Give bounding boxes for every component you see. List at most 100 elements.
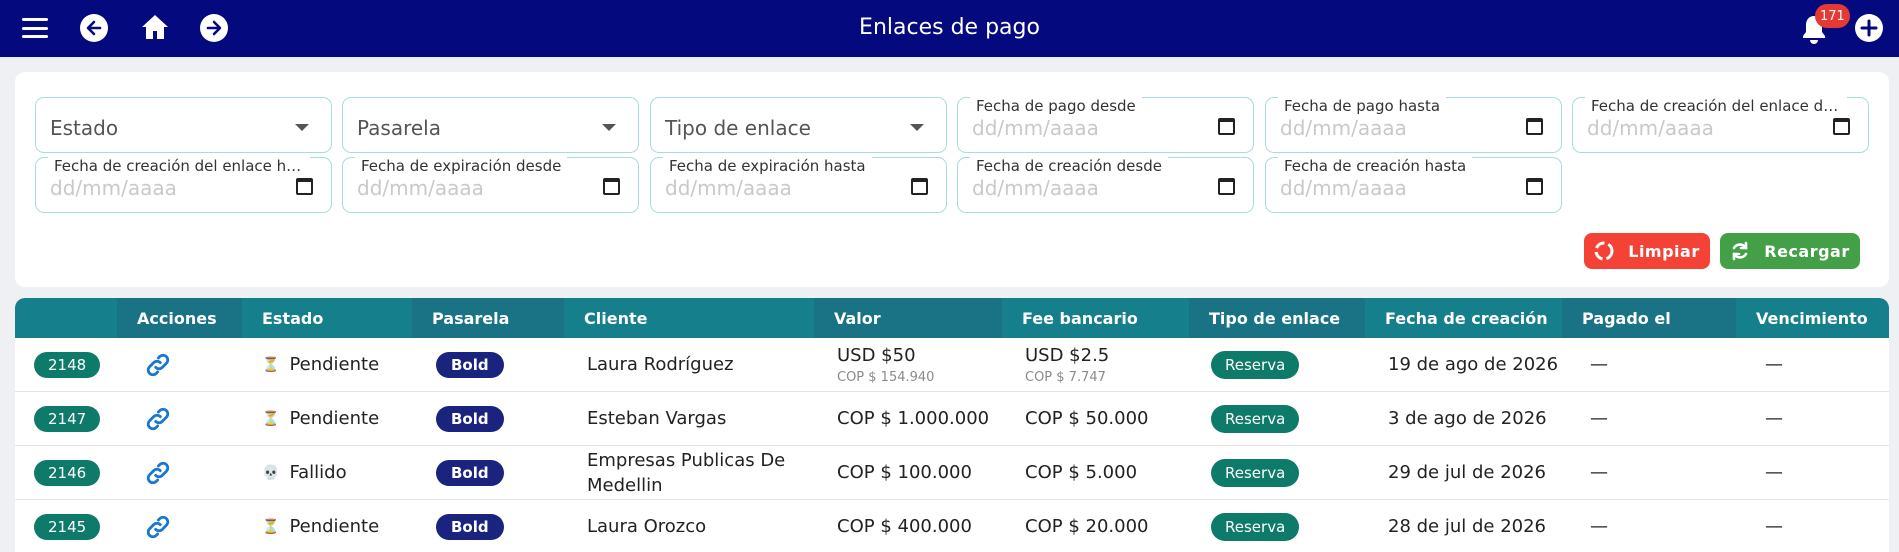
calendar-icon[interactable]: [911, 178, 928, 195]
link-type-cell: Reserva: [1211, 392, 1300, 445]
column-header-link-type[interactable]: Tipo de enlace: [1189, 298, 1365, 338]
column-header-gateway[interactable]: Pasarela: [412, 298, 564, 338]
status-text: Pendiente: [289, 516, 380, 537]
table-header: Acciones Estado Pasarela Cliente Valor F…: [15, 298, 1889, 338]
link-icon[interactable]: [144, 513, 172, 541]
link-created-to-field[interactable]: Fecha de creación del enlace hasta dd/mm…: [35, 157, 332, 213]
chevron-down-icon: [910, 124, 924, 131]
calendar-icon[interactable]: [1526, 118, 1543, 135]
gateway-select[interactable]: Pasarela: [342, 97, 639, 153]
date-value: dd/mm/aaaa: [50, 176, 177, 200]
back-arrow-icon[interactable]: [80, 14, 108, 42]
status-select-placeholder: Estado: [50, 116, 119, 140]
created-cell: 29 de jul de 2026: [1388, 462, 1547, 483]
payment-date-from-field[interactable]: Fecha de pago desde dd/mm/aaaa: [957, 97, 1254, 153]
id-cell: 2146: [34, 446, 101, 499]
link-icon[interactable]: [144, 351, 172, 379]
fee-converted: COP $ 7.747: [1025, 369, 1106, 385]
plus-icon[interactable]: [1855, 14, 1883, 42]
gateway-badge: Bold: [436, 405, 504, 432]
gateway-badge: Bold: [436, 459, 504, 486]
field-label: Fecha de creación del enlace hasta: [48, 157, 310, 175]
calendar-icon[interactable]: [296, 178, 313, 195]
fee-main: COP $ 5.000: [1025, 462, 1138, 483]
expiration-to-field[interactable]: Fecha de expiración hasta dd/mm/aaaa: [650, 157, 947, 213]
home-icon[interactable]: [140, 13, 170, 41]
fee-cell: USD $2.5 COP $ 7.747: [1025, 338, 1109, 391]
link-type-select-placeholder: Tipo de enlace: [665, 116, 811, 140]
payment-date-to-field[interactable]: Fecha de pago hasta dd/mm/aaaa: [1265, 97, 1562, 153]
gateway-badge: Bold: [436, 351, 504, 378]
client-cell: Empresas Publicas De Medellin: [587, 449, 786, 496]
client-cell: Esteban Vargas: [587, 408, 727, 429]
reload-button-label: Recargar: [1764, 241, 1850, 261]
link-id-badge[interactable]: 2147: [34, 405, 101, 432]
gateway-cell: Bold: [436, 338, 504, 391]
column-header-expires[interactable]: Vencimiento: [1736, 298, 1889, 338]
fee-cell: COP $ 50.000: [1025, 392, 1148, 445]
status-icon: ⏳: [262, 356, 280, 373]
paid-cell: —: [1590, 462, 1608, 483]
calendar-icon[interactable]: [603, 178, 620, 195]
column-header-created[interactable]: Fecha de creación: [1365, 298, 1562, 338]
reload-button[interactable]: Recargar: [1720, 233, 1860, 269]
status-select[interactable]: Estado: [35, 97, 332, 153]
status-icon: 💀: [262, 464, 280, 481]
created-from-field[interactable]: Fecha de creación desde dd/mm/aaaa: [957, 157, 1254, 213]
fee-cell: COP $ 5.000: [1025, 446, 1137, 499]
menu-icon[interactable]: [21, 15, 49, 41]
field-label: Fecha de creación del enlace desde: [1585, 97, 1847, 115]
fee-main: COP $ 50.000: [1025, 408, 1149, 429]
value-main: COP $ 1.000.000: [837, 408, 990, 429]
calendar-icon[interactable]: [1526, 178, 1543, 195]
page-title: Enlaces de pago: [859, 15, 1040, 40]
fee-main: COP $ 20.000: [1025, 516, 1149, 537]
column-header-id[interactable]: [15, 298, 117, 338]
link-id-badge[interactable]: 2148: [34, 351, 101, 378]
actions-cell: [144, 500, 172, 552]
table-row[interactable]: 2145 ⏳ Pendiente Bold Laura Orozco COP $ 400.…: [15, 500, 1889, 552]
field-label: Fecha de creación desde: [970, 157, 1168, 175]
fee-main: USD $2.5: [1025, 344, 1110, 366]
column-header-status[interactable]: Estado: [242, 298, 412, 338]
link-type-select[interactable]: Tipo de enlace: [650, 97, 947, 153]
field-label: Fecha de pago desde: [970, 97, 1142, 115]
refresh-icon: [1732, 241, 1748, 261]
notification-badge: 171: [1815, 4, 1850, 28]
forward-arrow-icon[interactable]: [200, 14, 228, 42]
column-header-value[interactable]: Valor: [814, 298, 1002, 338]
expires-cell: —: [1765, 408, 1783, 429]
column-header-actions[interactable]: Acciones: [117, 298, 242, 338]
created-to-field[interactable]: Fecha de creación hasta dd/mm/aaaa: [1265, 157, 1562, 213]
expiration-from-field[interactable]: Fecha de expiración desde dd/mm/aaaa: [342, 157, 639, 213]
calendar-icon[interactable]: [1833, 118, 1850, 135]
client-cell: Laura Rodríguez: [587, 354, 734, 375]
id-cell: 2145: [34, 500, 101, 552]
calendar-icon[interactable]: [1218, 178, 1235, 195]
table-row[interactable]: 2147 ⏳ Pendiente Bold Esteban Vargas COP $ 1.…: [15, 392, 1889, 446]
column-header-paid-at[interactable]: Pagado el: [1562, 298, 1736, 338]
link-id-badge[interactable]: 2146: [34, 459, 101, 486]
link-type-cell: Reserva: [1211, 446, 1300, 499]
calendar-icon[interactable]: [1218, 118, 1235, 135]
link-icon[interactable]: [144, 459, 172, 487]
table-row[interactable]: 2146 💀 Fallido Bold Empresas Publicas De Med…: [15, 446, 1889, 500]
date-value: dd/mm/aaaa: [1280, 116, 1407, 140]
client-cell: Laura Orozco: [587, 516, 707, 537]
table-row[interactable]: 2148 ⏳ Pendiente Bold Laura Rodríguez USD $50…: [15, 338, 1889, 392]
column-header-bank-fee[interactable]: Fee bancario: [1002, 298, 1189, 338]
clear-button[interactable]: Limpiar: [1584, 233, 1710, 269]
created-cell: 28 de jul de 2026: [1388, 516, 1547, 537]
chevron-down-icon: [602, 124, 616, 131]
gateway-cell: Bold: [436, 446, 504, 499]
link-created-from-field[interactable]: Fecha de creación del enlace desde dd/mm…: [1572, 97, 1869, 153]
link-icon[interactable]: [144, 405, 172, 433]
link-type-cell: Reserva: [1211, 338, 1300, 391]
actions-cell: [144, 392, 172, 445]
value-main: COP $ 100.000: [837, 462, 972, 483]
fee-cell: COP $ 20.000: [1025, 500, 1148, 552]
status-icon: ⏳: [262, 410, 280, 427]
column-header-client[interactable]: Cliente: [564, 298, 814, 338]
link-id-badge[interactable]: 2145: [34, 513, 101, 540]
clear-button-label: Limpiar: [1628, 241, 1700, 261]
